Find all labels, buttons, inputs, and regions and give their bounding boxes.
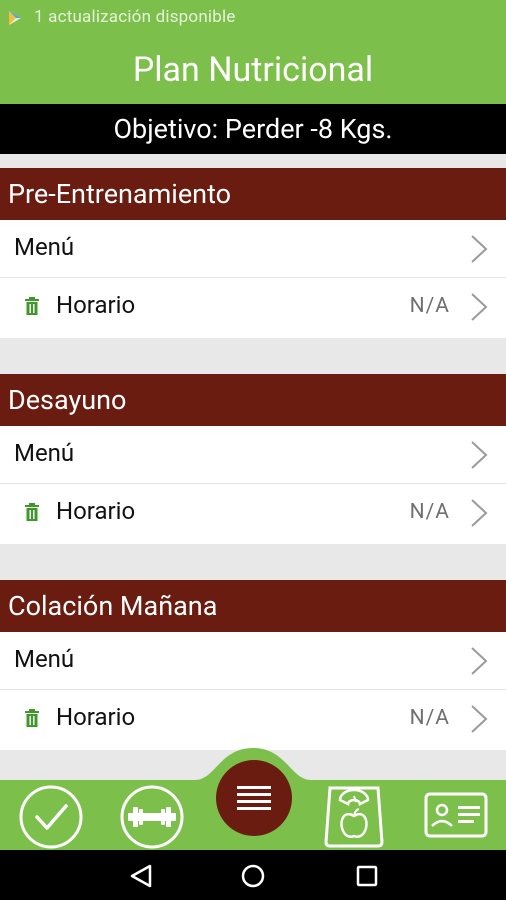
id-card-icon[interactable] [424,792,488,838]
scale-apple-icon[interactable] [322,782,386,850]
home-icon[interactable] [240,863,266,889]
system-nav-bar [0,850,506,900]
status-bar: 1 actualización disponible [0,0,506,36]
section-title: Colación Mañana [8,590,218,622]
bottom-nav [0,748,506,850]
section-header: Pre-Entrenamiento [0,168,506,220]
section-title: Pre-Entrenamiento [8,178,232,210]
app-bar: Plan Nutricional [0,36,506,104]
dumbbell-icon[interactable] [119,784,185,850]
menu-label: Menú [14,439,75,467]
menu-label: Menú [14,645,75,673]
chevron-right-icon [471,293,488,321]
play-store-icon [9,11,21,25]
schedule-label: Horario [56,703,136,731]
recents-icon[interactable] [354,863,380,889]
chevron-right-icon [471,441,488,469]
trash-icon[interactable] [25,297,39,315]
menu-label: Menú [14,233,75,261]
goal-bar: Objetivo: Perder -8 Kgs. [0,104,506,154]
schedule-row[interactable]: Horario N/A [0,690,506,750]
page-title: Plan Nutricional [132,50,374,90]
chevron-right-icon [471,705,488,733]
meal-list[interactable]: Pre-Entrenamiento Menú Horario N/A Desay… [0,154,506,784]
menu-row[interactable]: Menú [0,426,506,484]
menu-row[interactable]: Menú [0,632,506,690]
chevron-right-icon [471,499,488,527]
schedule-row[interactable]: Horario N/A [0,278,506,338]
section-header: Desayuno [0,374,506,426]
schedule-label: Horario [56,497,136,525]
menu-button[interactable] [214,758,294,838]
trash-icon[interactable] [25,503,39,521]
goal-text: Objetivo: Perder -8 Kgs. [113,113,393,145]
chevron-right-icon [471,235,488,263]
schedule-label: Horario [56,291,136,319]
update-notification-text: 1 actualización disponible [34,7,236,27]
section-title: Desayuno [8,384,127,416]
schedule-value: N/A [409,500,450,524]
chevron-right-icon [471,647,488,675]
back-icon[interactable] [128,863,154,889]
section-header: Colación Mañana [0,580,506,632]
schedule-row[interactable]: Horario N/A [0,484,506,544]
trash-icon[interactable] [25,709,39,727]
check-circle-icon[interactable] [18,784,84,850]
menu-row[interactable]: Menú [0,220,506,278]
schedule-value: N/A [409,706,450,730]
schedule-value: N/A [409,294,450,318]
